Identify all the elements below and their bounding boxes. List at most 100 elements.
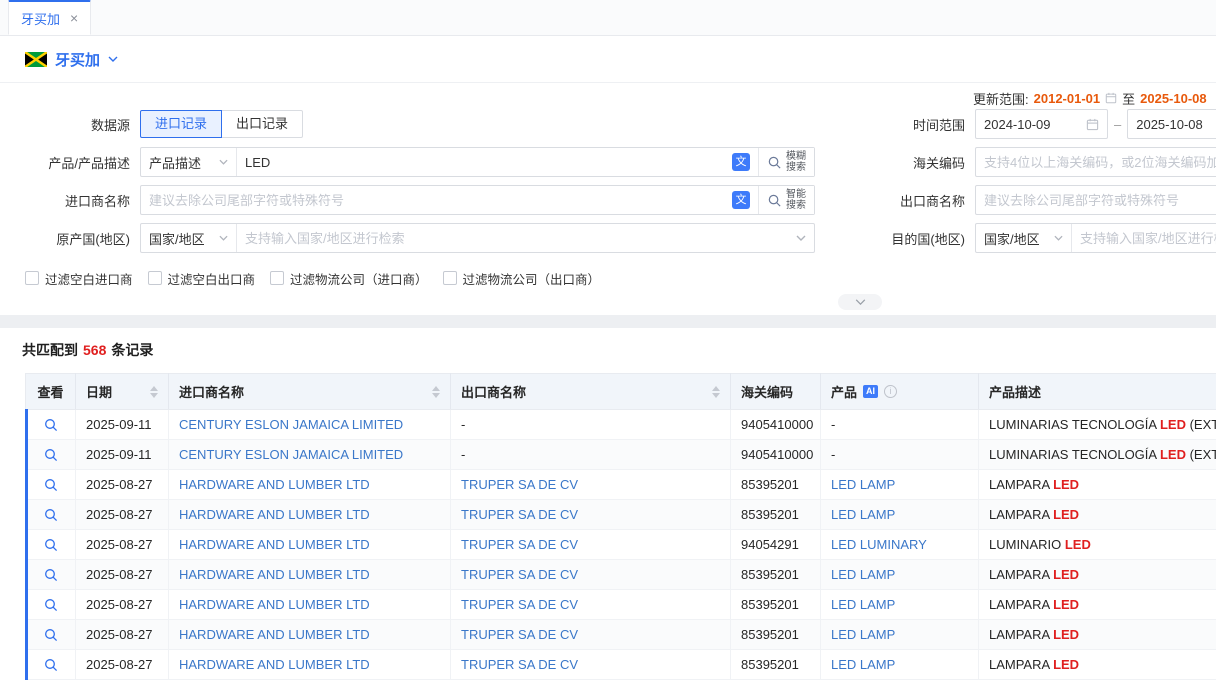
checkbox-box[interactable] xyxy=(443,271,457,285)
checkbox-box[interactable] xyxy=(148,271,162,285)
time-range-label: 时间范围 xyxy=(815,115,975,134)
hs-code-cell: 94054291 xyxy=(731,530,821,560)
chevron-down-icon xyxy=(1054,235,1063,241)
col-exporter: 出口商名称 xyxy=(451,374,731,410)
chevron-down-icon[interactable] xyxy=(796,235,806,241)
date-cell: 2025-08-27 xyxy=(76,560,169,590)
importer-link[interactable]: CENTURY ESLON JAMAICA LIMITED xyxy=(179,447,403,462)
exporter-link[interactable]: TRUPER SA DE CV xyxy=(461,477,578,492)
product-text: - xyxy=(831,417,835,432)
hs-code-input[interactable] xyxy=(975,147,1216,177)
exporter-link[interactable]: TRUPER SA DE CV xyxy=(461,567,578,582)
view-record-icon[interactable] xyxy=(44,478,58,492)
importer-link[interactable]: CENTURY ESLON JAMAICA LIMITED xyxy=(179,417,403,432)
table-row: 2025-08-27 HARDWARE AND LUMBER LTD TRUPER … xyxy=(26,620,1216,650)
jamaica-flag-icon xyxy=(25,52,47,67)
product-link[interactable]: LED LAMP xyxy=(831,507,895,522)
exporter-link[interactable]: TRUPER SA DE CV xyxy=(461,627,578,642)
checkbox-box[interactable] xyxy=(270,271,284,285)
translate-icon[interactable]: 文 xyxy=(732,153,750,171)
importer-link[interactable]: HARDWARE AND LUMBER LTD xyxy=(179,567,370,582)
exporter-text: - xyxy=(461,417,465,432)
checkbox-filter-blank-exporter[interactable]: 过滤空白出口商 xyxy=(148,269,256,288)
exporter-link[interactable]: TRUPER SA DE CV xyxy=(461,657,578,672)
importer-link[interactable]: HARDWARE AND LUMBER LTD xyxy=(179,507,370,522)
col-view: 查看 xyxy=(26,374,76,410)
table-left-accent xyxy=(25,409,28,680)
tab-close-icon[interactable]: × xyxy=(70,10,78,26)
origin-country-input[interactable] xyxy=(237,224,796,252)
view-record-icon[interactable] xyxy=(44,658,58,672)
summary-suffix: 条记录 xyxy=(111,340,153,360)
view-record-icon[interactable] xyxy=(44,508,58,522)
importer-name-label: 进口商名称 xyxy=(0,191,140,210)
col-date: 日期 xyxy=(76,374,169,410)
date-cell: 2025-08-27 xyxy=(76,620,169,650)
checkbox-filter-blank-importer[interactable]: 过滤空白进口商 xyxy=(25,269,133,288)
chevron-down-icon xyxy=(219,235,228,241)
start-date-input[interactable]: 2024-10-09 xyxy=(975,109,1108,139)
exporter-link[interactable]: TRUPER SA DE CV xyxy=(461,537,578,552)
view-record-icon[interactable] xyxy=(44,538,58,552)
tab-import-records[interactable]: 进口记录 xyxy=(140,110,222,138)
country-dropdown-chevron-icon[interactable] xyxy=(108,56,118,62)
product-keyword-input[interactable] xyxy=(237,148,732,176)
product-description-cell: LAMPARA LED xyxy=(979,560,1216,590)
destination-country-select-value: 国家/地区 xyxy=(984,229,1040,248)
hs-code-cell: 85395201 xyxy=(731,500,821,530)
importer-link[interactable]: HARDWARE AND LUMBER LTD xyxy=(179,477,370,492)
importer-link[interactable]: HARDWARE AND LUMBER LTD xyxy=(179,597,370,612)
tab-jamaica[interactable]: 牙买加 × xyxy=(8,0,91,35)
view-record-icon[interactable] xyxy=(44,598,58,612)
sort-icon[interactable] xyxy=(712,386,720,398)
collapse-filters-button[interactable] xyxy=(838,294,882,310)
view-record-icon[interactable] xyxy=(44,418,58,432)
view-record-icon[interactable] xyxy=(44,568,58,582)
exporter-text: - xyxy=(461,447,465,462)
exporter-link[interactable]: TRUPER SA DE CV xyxy=(461,597,578,612)
fuzzy-search-button[interactable]: 模糊搜索 xyxy=(758,148,814,176)
tab-bar: 牙买加 × xyxy=(0,0,1216,36)
destination-country-input[interactable] xyxy=(1072,224,1216,252)
view-record-icon[interactable] xyxy=(44,628,58,642)
checkbox-box[interactable] xyxy=(25,271,39,285)
table-row: 2025-08-27HARDWARE AND LUMBER LTDTRUPER … xyxy=(26,500,1216,530)
date-cell: 2025-09-11 xyxy=(76,440,169,470)
info-icon[interactable]: i xyxy=(884,385,897,398)
end-date-input[interactable]: 2025-10-08 xyxy=(1127,109,1216,139)
destination-country-select[interactable]: 国家/地区 xyxy=(976,224,1072,252)
table-row: 2025-08-27HARDWARE AND LUMBER LTDTRUPER … xyxy=(26,470,1216,500)
checkbox-filter-logistics-exporter[interactable]: 过滤物流公司（出口商） xyxy=(443,269,601,288)
product-link[interactable]: LED LAMP xyxy=(831,477,895,492)
importer-name-input[interactable] xyxy=(141,186,732,214)
hs-code-cell: 9405410000 xyxy=(731,440,821,470)
product-type-select[interactable]: 产品描述 xyxy=(141,148,237,176)
hs-code-cell: 85395201 xyxy=(731,560,821,590)
checkbox-filter-logistics-importer[interactable]: 过滤物流公司（进口商） xyxy=(270,269,428,288)
importer-link[interactable]: HARDWARE AND LUMBER LTD xyxy=(179,657,370,672)
table-row: 2025-09-11CENTURY ESLON JAMAICA LIMITED-… xyxy=(26,410,1216,440)
product-link[interactable]: LED LAMP xyxy=(831,627,895,642)
view-record-icon[interactable] xyxy=(44,448,58,462)
filter-row-datasource: 数据源 进口记录 出口记录 时间范围 2024-10-09 – 2025-10-… xyxy=(0,109,1216,139)
tab-export-records[interactable]: 出口记录 xyxy=(222,110,303,138)
update-range: 更新范围: 2012-01-01 至 2025-10-08 xyxy=(0,87,1216,109)
exporter-name-input[interactable] xyxy=(975,185,1216,215)
smart-search-button[interactable]: 智能搜索 xyxy=(758,186,814,214)
product-link[interactable]: LED LAMP xyxy=(831,597,895,612)
exporter-link[interactable]: TRUPER SA DE CV xyxy=(461,507,578,522)
sort-icon[interactable] xyxy=(150,386,158,398)
checkbox-label: 过滤物流公司（进口商） xyxy=(290,269,428,288)
product-description-cell: LUMINARIO LED xyxy=(979,530,1216,560)
origin-country-select[interactable]: 国家/地区 xyxy=(141,224,237,252)
hs-code-cell: 9405410000 xyxy=(731,410,821,440)
sort-icon[interactable] xyxy=(432,386,440,398)
product-link[interactable]: LED LUMINARY xyxy=(831,537,927,552)
importer-link[interactable]: HARDWARE AND LUMBER LTD xyxy=(179,627,370,642)
chevron-down-icon xyxy=(855,299,866,305)
product-link[interactable]: LED LAMP xyxy=(831,567,895,582)
country-header: 牙买加 xyxy=(0,36,1216,83)
translate-icon[interactable]: 文 xyxy=(732,191,750,209)
product-link[interactable]: LED LAMP xyxy=(831,657,895,672)
importer-link[interactable]: HARDWARE AND LUMBER LTD xyxy=(179,537,370,552)
